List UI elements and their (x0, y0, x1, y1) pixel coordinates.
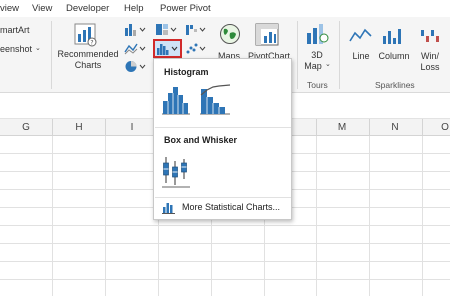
line-chart-button[interactable] (124, 41, 148, 56)
ribbon-tab-bar: view View Developer Help Power Pivot (0, 0, 450, 17)
pivotchart-icon[interactable] (255, 23, 279, 47)
waterfall-chart-button[interactable] (185, 22, 209, 37)
sparkline-column-icon[interactable] (382, 27, 406, 45)
tab-developer[interactable]: Developer (66, 3, 109, 14)
tab-view-partial[interactable]: view (0, 3, 19, 14)
3d-map-icon[interactable] (305, 23, 329, 45)
column-chart-button[interactable] (124, 22, 148, 37)
column-header-o[interactable]: O (438, 122, 450, 133)
sparkline-winloss-icon[interactable] (420, 27, 444, 45)
recommended-charts-label[interactable]: Recommended (57, 49, 119, 59)
3d-map-label[interactable]: 3D (304, 50, 330, 60)
column-header-h[interactable]: H (72, 122, 86, 133)
tab-power-pivot[interactable]: Power Pivot (160, 3, 211, 14)
pareto-chart-icon[interactable] (198, 83, 232, 117)
tab-help[interactable]: Help (124, 3, 144, 14)
column-divider (316, 119, 317, 136)
pie-chart-button[interactable] (124, 59, 148, 74)
statistic-chart-button[interactable] (153, 39, 182, 58)
box-whisker-heading: Box and Whisker (164, 135, 238, 145)
smartart-button[interactable]: martArt (0, 25, 30, 35)
column-header-i[interactable]: I (125, 122, 139, 133)
column-divider (105, 119, 106, 136)
sparkline-column-label[interactable]: Column (376, 51, 412, 61)
sparklines-group-label: Sparklines (375, 80, 415, 90)
histogram-heading: Histogram (164, 67, 209, 77)
tours-group-label: Tours (307, 80, 328, 90)
box-whisker-chart-icon[interactable] (160, 153, 192, 189)
screenshot-button[interactable]: eenshot (0, 44, 32, 54)
more-statistical-charts-item[interactable]: More Statistical Charts... (158, 200, 288, 215)
sparkline-line-label[interactable]: Line (348, 51, 374, 61)
column-divider (369, 119, 370, 136)
chevron-down-icon: ⌄ (325, 61, 331, 68)
column-header-g[interactable]: G (19, 122, 33, 133)
column-divider (52, 119, 53, 136)
menu-divider (155, 197, 291, 198)
column-header-m[interactable]: M (335, 122, 349, 133)
3d-map-label-2: Map (304, 61, 322, 71)
column-header-n[interactable]: N (388, 122, 402, 133)
svg-text:?: ? (90, 40, 93, 47)
globe-icon[interactable] (219, 23, 241, 45)
scatter-chart-button[interactable] (185, 41, 209, 56)
menu-divider (155, 127, 291, 128)
bar-chart-icon (162, 203, 175, 214)
statistic-chart-dropdown: Histogram Box and Whisker More Statistic… (153, 58, 292, 220)
histogram-chart-icon[interactable] (160, 83, 192, 117)
group-divider (51, 21, 52, 89)
group-divider (297, 21, 298, 89)
sparkline-line-icon[interactable] (349, 27, 373, 45)
hierarchy-chart-button[interactable] (155, 22, 179, 37)
more-statistical-charts-label: More Statistical Charts... (182, 202, 281, 212)
recommended-charts-icon[interactable]: ? (74, 22, 98, 48)
tab-view[interactable]: View (32, 3, 52, 14)
group-divider (339, 21, 340, 89)
chevron-down-icon: ⌄ (35, 45, 41, 52)
sparkline-winloss-label-2: Loss (420, 62, 440, 72)
column-divider (422, 119, 423, 136)
sparkline-winloss-label[interactable]: Win/ (416, 51, 444, 61)
recommended-charts-label-2: Charts (74, 60, 102, 70)
